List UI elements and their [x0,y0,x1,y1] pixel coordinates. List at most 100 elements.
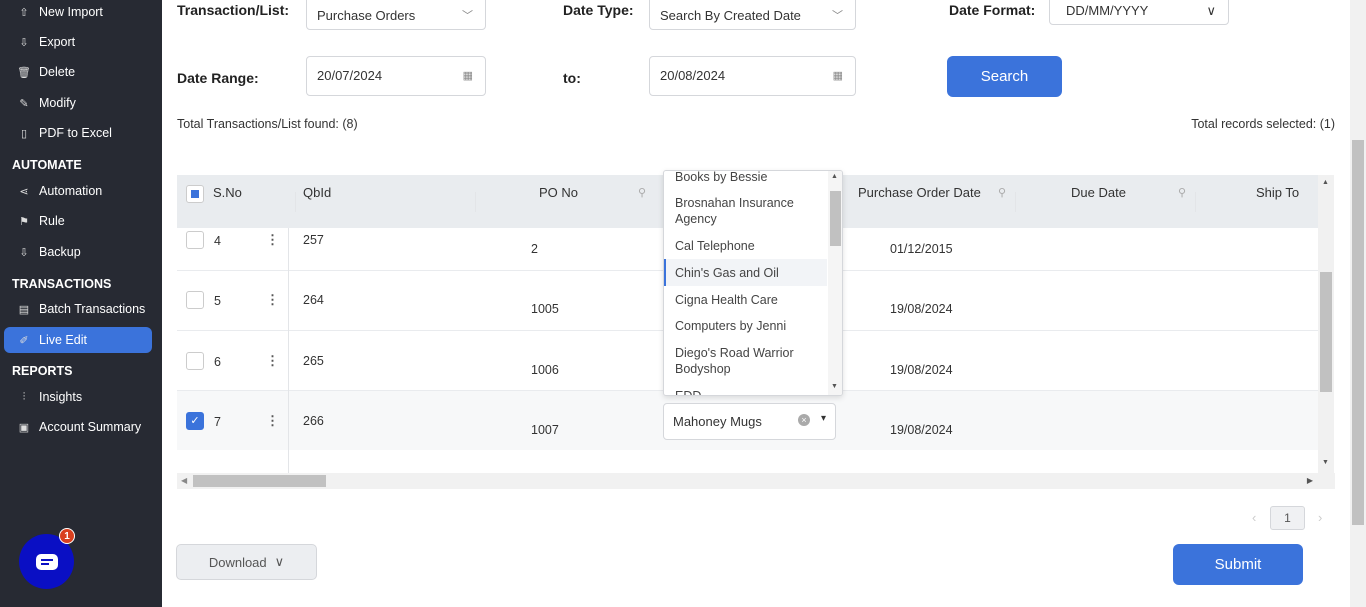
po-cell[interactable]: 1006 [531,363,559,377]
dropdown-option[interactable]: Cal Telephone [664,238,827,254]
date-type-select[interactable]: Search By Created Date ﹀ [649,0,856,30]
more-vertical-icon[interactable]: ⋮ [266,413,279,429]
search-icon[interactable]: ⚲ [638,186,646,199]
date-range-label: Date Range: [177,70,259,86]
clear-icon[interactable]: × [798,414,810,426]
from-date-input[interactable]: 20/07/2024 ▦ [306,56,486,96]
date-cell[interactable]: 01/12/2015 [890,242,953,256]
table-vertical-scrollbar[interactable]: ▲ ▼ [1318,175,1334,473]
cloud-upload-icon: ⇧ [19,6,29,19]
calendar-icon: ▦ [832,70,843,82]
header-po-no[interactable]: PO No [539,185,578,200]
qbid-cell: 257 [303,233,324,247]
section-reports: REPORTS [12,364,73,378]
more-vertical-icon[interactable]: ⋮ [266,292,279,308]
sidebar-item-backup[interactable]: ⇩ Backup [4,239,152,265]
po-cell[interactable]: 1005 [531,302,559,316]
sidebar-item-account-summary[interactable]: ▣ Account Summary [4,414,152,440]
cloud-download-icon: ⇩ [19,36,29,49]
download-button[interactable]: Download ∨ [176,544,317,580]
clipboard-icon: ▣ [18,421,30,434]
row-checkbox[interactable] [186,291,204,309]
transaction-list-select[interactable]: Purchase Orders ﹀ [306,0,486,30]
dropdown-option[interactable]: Computers by Jenni [664,318,827,334]
sidebar-item-live-edit[interactable]: ✐ Live Edit [4,327,152,353]
sidebar-item-pdf-to-excel[interactable]: ▯ PDF to Excel [4,120,152,146]
rule-icon: ⚑ [19,215,29,228]
chevron-down-icon: ﹀ [462,10,473,22]
chevron-down-icon[interactable]: ▾ [821,413,826,424]
date-cell[interactable]: 19/08/2024 [890,363,953,377]
chevron-down-icon: ﹀ [832,10,843,22]
header-sno[interactable]: S.No [213,185,242,200]
dropdown-option[interactable]: EDD [664,388,827,395]
live-edit-icon: ✐ [19,334,29,347]
search-icon[interactable]: ⚲ [1178,186,1186,199]
date-format-select[interactable]: DD/MM/YYYY ∨ [1049,0,1229,25]
chat-icon [35,553,58,570]
dropdown-option[interactable]: Cigna Health Care [664,292,827,308]
vendor-dropdown-list: Books by Bessie Brosnahan Insurance Agen… [663,170,843,396]
section-automate: AUTOMATE [12,158,82,172]
date-format-label: Date Format: [949,2,1036,18]
sno-cell: 4 [214,234,221,248]
header-due-date[interactable]: Due Date [1071,185,1126,200]
to-label: to: [563,70,581,86]
select-all-checkbox[interactable] [186,185,204,203]
sidebar-item-automation[interactable]: ⋖ Automation [4,178,152,204]
transaction-list-label: Transaction/List: [177,2,290,18]
sidebar-item-batch-transactions[interactable]: ▤ Batch Transactions [4,296,152,322]
chevron-down-icon: ∨ [274,554,285,569]
total-selected: Total records selected: (1) [1191,117,1335,131]
search-button[interactable]: Search [947,56,1062,97]
sno-cell: 5 [214,294,221,308]
sidebar-item-rule[interactable]: ⚑ Rule [4,208,152,234]
dropdown-option[interactable]: Brosnahan Insurance Agency [664,195,824,227]
sidebar-item-delete[interactable]: 🗑 Delete [4,59,152,85]
sidebar-item-export[interactable]: ⇩ Export [4,29,152,55]
pdf-file-icon: ▯ [20,127,28,140]
to-date-input[interactable]: 20/08/2024 ▦ [649,56,856,96]
chevron-down-icon: ∨ [1206,2,1216,18]
dropdown-scrollbar[interactable]: ▲ ▼ [828,171,842,395]
table-horizontal-scrollbar[interactable]: ◀ ▶ [177,473,1335,489]
section-transactions: TRANSACTIONS [12,277,112,291]
cloud-backup-icon: ⇩ [19,246,29,259]
document-icon: ▤ [18,303,30,316]
sidebar-item-new-import[interactable]: ⇧ New Import [4,0,152,25]
row-checkbox-checked[interactable]: ✓ [186,412,204,430]
more-vertical-icon[interactable]: ⋮ [266,353,279,369]
po-cell[interactable]: 2 [531,242,538,256]
trash-icon: 🗑 [17,66,31,79]
dropdown-option[interactable]: Diego's Road Warrior Bodyshop [664,345,814,377]
prev-page-icon[interactable]: ‹ [1252,510,1256,525]
search-icon[interactable]: ⚲ [998,186,1006,199]
edit-file-icon: ✎ [19,97,29,110]
share-icon: ⋖ [19,185,29,198]
next-page-icon[interactable]: › [1318,510,1322,525]
po-cell[interactable]: 1007 [531,423,559,437]
dropdown-option-highlighted[interactable]: Chin's Gas and Oil [664,259,827,286]
sidebar-item-modify[interactable]: ✎ Modify [4,90,152,116]
row-checkbox[interactable] [186,352,204,370]
header-ship-to[interactable]: Ship To [1256,185,1299,200]
page-scrollbar[interactable] [1350,0,1366,607]
page-number[interactable]: 1 [1270,506,1305,530]
sno-cell: 6 [214,355,221,369]
qbid-cell: 266 [303,414,324,428]
more-vertical-icon[interactable]: ⋮ [266,232,279,248]
row-checkbox[interactable] [186,231,204,249]
submit-button[interactable]: Submit [1173,544,1303,585]
date-type-label: Date Type: [563,2,634,18]
vendor-select[interactable]: Mahoney Mugs × ▾ [663,403,836,440]
date-cell[interactable]: 19/08/2024 [890,423,953,437]
sidebar-item-insights[interactable]: ⫶ Insights [4,384,152,410]
notification-badge: 1 [59,528,75,544]
sno-cell: 7 [214,415,221,429]
qbid-cell: 264 [303,293,324,307]
header-purchase-order-date[interactable]: Purchase Order Date [858,185,981,200]
header-qbid[interactable]: QbId [303,185,331,200]
date-cell[interactable]: 19/08/2024 [890,302,953,316]
sidebar: ⇧ New Import ⇩ Export 🗑 Delete ✎ Modify ▯ PDF… [0,0,162,607]
dropdown-option[interactable]: Books by Bessie [664,171,827,185]
